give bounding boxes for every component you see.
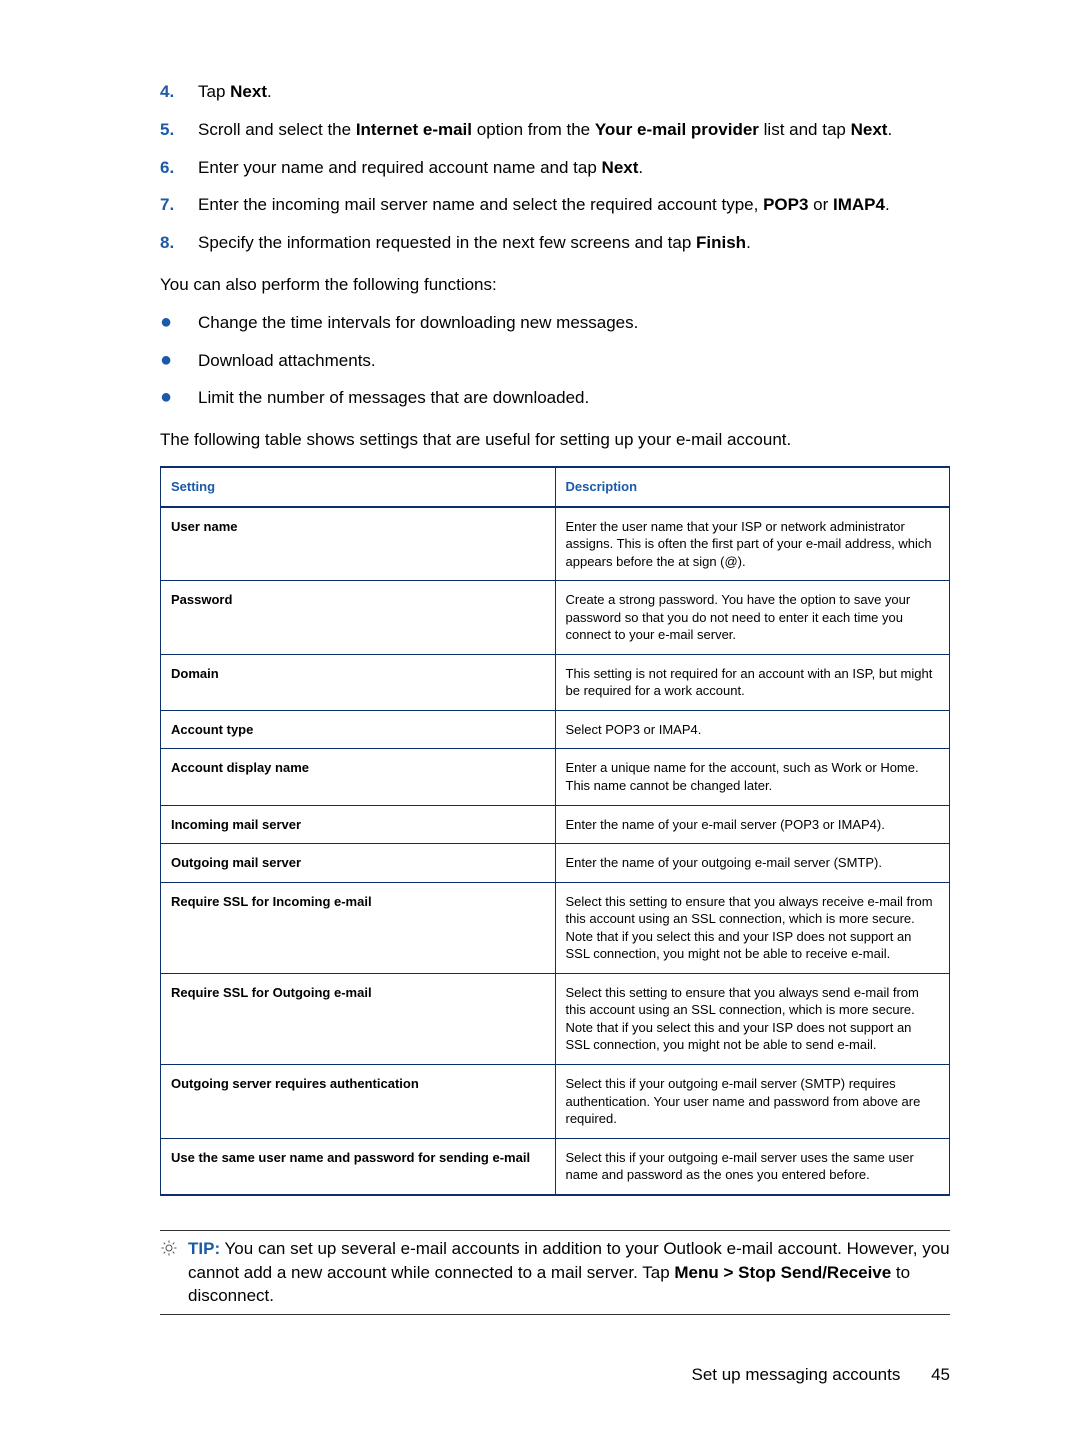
bullet-text: Download attachments. (198, 349, 950, 373)
table-row: Use the same user name and password for … (161, 1138, 950, 1195)
step-text: Tap Next. (198, 80, 950, 104)
setting-name: Account type (161, 710, 556, 749)
step-number: 8. (160, 231, 198, 255)
tip-text: TIP: You can set up several e-mail accou… (188, 1237, 950, 1308)
setting-desc: This setting is not required for an acco… (555, 654, 950, 710)
setting-desc: Select this if your outgoing e-mail serv… (555, 1065, 950, 1139)
setting-name: Password (161, 581, 556, 655)
list-item: ● Download attachments. (160, 349, 950, 373)
footer-section: Set up messaging accounts (691, 1365, 900, 1384)
bullet-icon: ● (160, 311, 198, 335)
bullet-text: Limit the number of messages that are do… (198, 386, 950, 410)
table-row: Account display name Enter a unique name… (161, 749, 950, 805)
setting-name: Account display name (161, 749, 556, 805)
table-row: Domain This setting is not required for … (161, 654, 950, 710)
table-row: Outgoing mail server Enter the name of y… (161, 844, 950, 883)
setting-name: Use the same user name and password for … (161, 1138, 556, 1195)
setting-desc: Select this setting to ensure that you a… (555, 882, 950, 973)
setting-name: Outgoing server requires authentication (161, 1065, 556, 1139)
setting-desc: Enter the name of your outgoing e-mail s… (555, 844, 950, 883)
step-number: 6. (160, 156, 198, 180)
setting-desc: Enter a unique name for the account, suc… (555, 749, 950, 805)
functions-list: ● Change the time intervals for download… (160, 311, 950, 410)
step-text: Scroll and select the Internet e-mail op… (198, 118, 950, 142)
table-row: Outgoing server requires authentication … (161, 1065, 950, 1139)
step-4: 4. Tap Next. (160, 80, 950, 104)
setting-desc: Create a strong password. You have the o… (555, 581, 950, 655)
setting-name: Require SSL for Incoming e-mail (161, 882, 556, 973)
table-row: User name Enter the user name that your … (161, 507, 950, 581)
setting-desc: Select POP3 or IMAP4. (555, 710, 950, 749)
tip-label: TIP: (188, 1239, 220, 1258)
step-7: 7. Enter the incoming mail server name a… (160, 193, 950, 217)
list-item: ● Change the time intervals for download… (160, 311, 950, 335)
step-text: Enter the incoming mail server name and … (198, 193, 950, 217)
setting-desc: Enter the name of your e-mail server (PO… (555, 805, 950, 844)
step-5: 5. Scroll and select the Internet e-mail… (160, 118, 950, 142)
step-8: 8. Specify the information requested in … (160, 231, 950, 255)
table-row: Incoming mail server Enter the name of y… (161, 805, 950, 844)
tip-box: TIP: You can set up several e-mail accou… (160, 1230, 950, 1315)
setting-desc: Select this setting to ensure that you a… (555, 973, 950, 1064)
step-6: 6. Enter your name and required account … (160, 156, 950, 180)
bullet-icon: ● (160, 386, 198, 410)
step-number: 5. (160, 118, 198, 142)
table-row: Account type Select POP3 or IMAP4. (161, 710, 950, 749)
page-footer: Set up messaging accounts 45 (160, 1365, 950, 1385)
settings-table: Setting Description User name Enter the … (160, 466, 950, 1196)
table-row: Password Create a strong password. You h… (161, 581, 950, 655)
setting-desc: Select this if your outgoing e-mail serv… (555, 1138, 950, 1195)
setting-name: Domain (161, 654, 556, 710)
step-text: Specify the information requested in the… (198, 231, 950, 255)
setting-name: Incoming mail server (161, 805, 556, 844)
footer-page-number: 45 (931, 1365, 950, 1384)
setting-name: Outgoing mail server (161, 844, 556, 883)
header-setting: Setting (161, 467, 556, 507)
tip-icon (160, 1237, 188, 1308)
tip-body: You can set up several e-mail accounts i… (188, 1239, 950, 1306)
step-text: Enter your name and required account nam… (198, 156, 950, 180)
table-header-row: Setting Description (161, 467, 950, 507)
step-number: 7. (160, 193, 198, 217)
step-number: 4. (160, 80, 198, 104)
header-description: Description (555, 467, 950, 507)
functions-intro: You can also perform the following funct… (160, 273, 950, 297)
bullet-icon: ● (160, 349, 198, 373)
table-row: Require SSL for Outgoing e-mail Select t… (161, 973, 950, 1064)
setting-name: User name (161, 507, 556, 581)
setting-desc: Enter the user name that your ISP or net… (555, 507, 950, 581)
setting-name: Require SSL for Outgoing e-mail (161, 973, 556, 1064)
table-intro: The following table shows settings that … (160, 428, 950, 452)
table-row: Require SSL for Incoming e-mail Select t… (161, 882, 950, 973)
bullet-text: Change the time intervals for downloadin… (198, 311, 950, 335)
numbered-steps: 4. Tap Next. 5. Scroll and select the In… (160, 80, 950, 255)
list-item: ● Limit the number of messages that are … (160, 386, 950, 410)
